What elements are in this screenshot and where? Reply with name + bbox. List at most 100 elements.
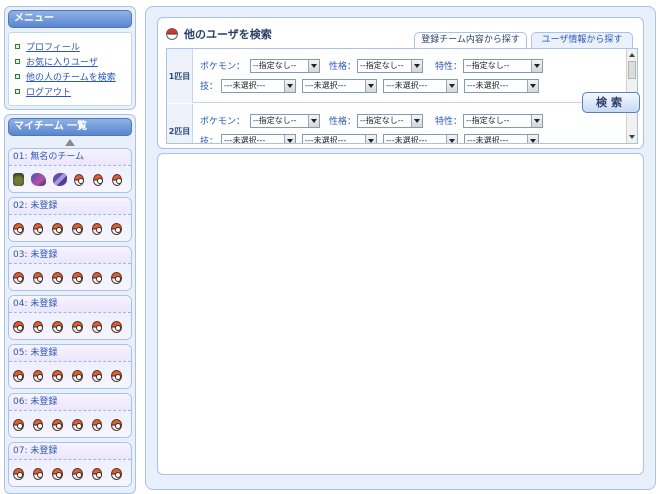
pokemon-icon-2[interactable] [31,173,46,186]
menu-item-favorites[interactable]: お気に入りユーザ [15,54,131,69]
move-select-1[interactable]: ---未選択--- [221,79,296,93]
pokeball-icon[interactable] [13,222,24,235]
chevron-down-icon[interactable] [446,135,457,143]
tab-team-content[interactable]: 登録チーム内容から探す [414,32,527,48]
pokeball-icon[interactable] [72,467,83,480]
pokeball-icon[interactable] [72,418,83,431]
move-select-1[interactable]: ---未選択--- [221,134,296,143]
pokeball-icon[interactable] [111,271,123,284]
nature-select[interactable]: --指定なし-- [357,114,423,128]
pokeball-icon[interactable] [32,271,44,284]
pokeball-icon[interactable] [72,271,83,284]
pokeball-icon[interactable] [111,467,123,480]
team-name[interactable]: 05: 未登録 [9,345,131,362]
team-name[interactable]: 01: 無名のチーム [9,149,131,166]
nature-select[interactable]: --指定なし-- [357,59,423,73]
pokeball-icon[interactable] [13,369,24,382]
chevron-down-icon[interactable] [527,80,538,92]
pokeball-icon[interactable] [74,173,85,186]
move-select-3[interactable]: ---未選択--- [383,79,458,93]
pokeball-icon[interactable] [72,222,83,235]
chevron-down-icon[interactable] [308,115,319,127]
menu-item-logout[interactable]: ログアウト [15,84,131,99]
pokeball-icon[interactable] [52,320,64,333]
pokemon-icon-1[interactable] [13,173,25,186]
pokeball-icon[interactable] [111,320,123,333]
move-select-2[interactable]: ---未選択--- [302,79,377,93]
chevron-down-icon[interactable] [365,80,376,92]
pokemon-select[interactable]: --指定なし-- [250,114,320,128]
pokeball-icon[interactable] [52,467,64,480]
move-select-4[interactable]: ---未選択--- [464,134,539,143]
pokeball-icon[interactable] [111,369,123,382]
pokeball-icon[interactable] [111,222,123,235]
chevron-down-icon[interactable] [531,60,542,72]
chevron-down-icon[interactable] [446,80,457,92]
pokemon-icon-3[interactable] [52,173,68,186]
team-card[interactable]: 06: 未登録 [8,393,132,438]
scroll-down-icon[interactable] [629,135,635,139]
chevron-down-icon[interactable] [365,135,376,143]
menu-link-label[interactable]: ログアウト [26,85,71,98]
pokeball-icon[interactable] [52,369,64,382]
menu-link-label[interactable]: お気に入りユーザ [26,55,98,68]
pokeball-icon[interactable] [13,418,24,431]
team-name[interactable]: 04: 未登録 [9,296,131,313]
pokeball-icon[interactable] [13,271,24,284]
team-name[interactable]: 07: 未登録 [9,443,131,460]
team-card[interactable]: 05: 未登録 [8,344,132,389]
pokeball-icon[interactable] [72,369,83,382]
pokeball-icon[interactable] [52,222,64,235]
team-card[interactable]: 04: 未登録 [8,295,132,340]
team-card[interactable]: 03: 未登録 [8,246,132,291]
pokeball-icon[interactable] [93,173,104,186]
team-name[interactable]: 03: 未登録 [9,247,131,264]
chevron-down-icon[interactable] [411,60,422,72]
chevron-down-icon[interactable] [411,115,422,127]
chevron-down-icon[interactable] [284,135,295,143]
menu-link-label[interactable]: プロフィール [26,40,80,53]
move-select-3[interactable]: ---未選択--- [383,134,458,143]
pokeball-icon[interactable] [13,320,24,333]
pokeball-icon[interactable] [32,320,44,333]
pokeball-icon[interactable] [111,418,123,431]
pokeball-icon[interactable] [32,467,44,480]
team-name[interactable]: 06: 未登録 [9,394,131,411]
chevron-down-icon[interactable] [284,80,295,92]
pokeball-icon[interactable] [91,467,103,480]
pokemon-select[interactable]: --指定なし-- [250,59,320,73]
pokeball-icon[interactable] [52,271,64,284]
pokeball-icon[interactable] [91,418,103,431]
select-value: --指定なし-- [360,116,404,125]
scroll-up-arrow-icon[interactable] [65,139,75,146]
pokeball-icon[interactable] [13,467,24,480]
team-card[interactable]: 02: 未登録 [8,197,132,242]
menu-link-label[interactable]: 他の人のチームを検索 [26,70,116,83]
move-select-4[interactable]: ---未選択--- [464,79,539,93]
chevron-down-icon[interactable] [527,135,538,143]
team-name[interactable]: 02: 未登録 [9,198,131,215]
scroll-up-icon[interactable] [629,53,635,57]
pokeball-icon[interactable] [72,320,83,333]
pokeball-icon[interactable] [112,173,123,186]
ability-select[interactable]: --指定なし-- [463,59,543,73]
team-card[interactable]: 07: 未登録 [8,442,132,487]
pokeball-icon[interactable] [91,320,103,333]
pokeball-icon[interactable] [91,222,103,235]
pokeball-icon[interactable] [91,271,103,284]
chevron-down-icon[interactable] [531,115,542,127]
move-select-2[interactable]: ---未選択--- [302,134,377,143]
pokeball-icon[interactable] [52,418,64,431]
pokeball-icon[interactable] [91,369,103,382]
menu-item-profile[interactable]: プロフィール [15,39,131,54]
ability-select[interactable]: --指定なし-- [463,114,543,128]
team-card[interactable]: 01: 無名のチーム [8,148,132,193]
chevron-down-icon[interactable] [308,60,319,72]
tab-user-info[interactable]: ユーザ情報から探す [531,32,633,48]
pokeball-icon[interactable] [32,418,44,431]
search-button[interactable]: 検索 [582,92,640,113]
pokeball-icon[interactable] [32,369,44,382]
scroll-thumb[interactable] [628,61,636,79]
menu-item-team-search[interactable]: 他の人のチームを検索 [15,69,131,84]
pokeball-icon[interactable] [32,222,44,235]
